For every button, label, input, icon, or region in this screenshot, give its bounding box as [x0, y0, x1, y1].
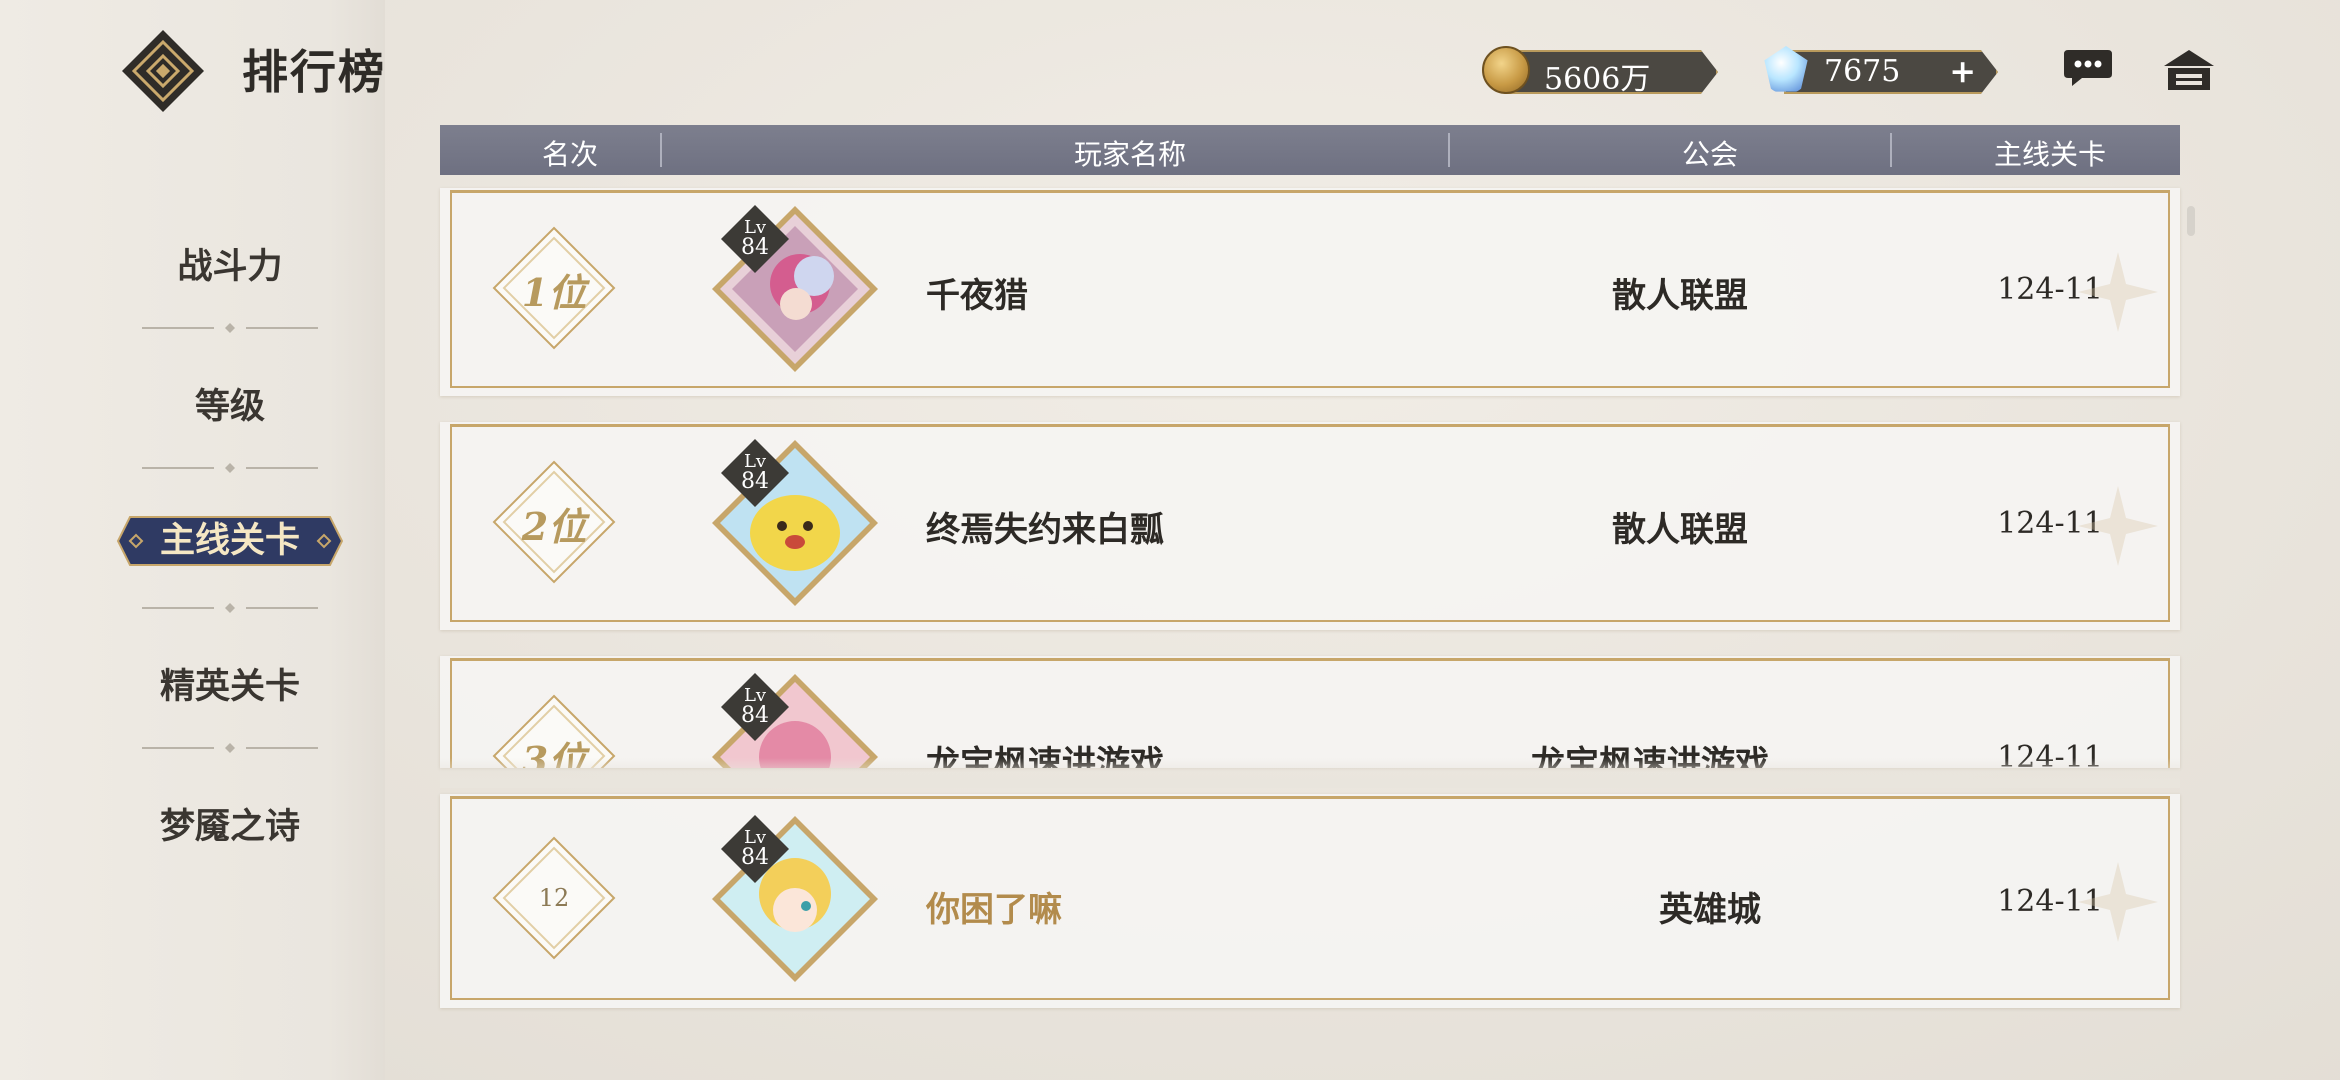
row-frame: [450, 796, 2170, 1000]
player-name[interactable]: 你困了嘛: [926, 882, 1062, 931]
gem-currency[interactable]: 7675 +: [1762, 46, 1998, 94]
ranking-table-header: 名次 玩家名称 公会 主线关卡: [440, 125, 2180, 175]
rank-label: 1位: [521, 270, 587, 315]
sparkle-decoration-icon: [2078, 862, 2158, 942]
scrollbar-thumb[interactable]: [2187, 206, 2195, 236]
scroll-fade: [440, 758, 2180, 788]
column-separator: [660, 133, 662, 167]
status-bar: [0, 0, 2340, 14]
table-row[interactable]: 1位 Lv 84 千夜猎 散人联盟 124-11: [440, 188, 2180, 396]
column-header-rank: 名次: [541, 138, 598, 171]
menu-item-main-stage[interactable]: 主线关卡: [116, 513, 344, 569]
menu-divider: [142, 463, 318, 473]
menu-item-combat-power[interactable]: 战斗力: [110, 238, 350, 289]
guild-name: 英雄城: [1659, 890, 1761, 930]
column-header-guild: 公会: [1681, 138, 1738, 171]
rank-label: 2位: [521, 504, 587, 549]
level-value: 84: [741, 469, 769, 494]
table-row[interactable]: 2位 Lv 84 终焉失约来白瓢 散人联盟 124-11: [440, 422, 2180, 630]
gold-coin-icon: [1482, 46, 1530, 94]
self-ranking-row[interactable]: 12 Lv 84 你困了嘛 英雄城 124-11: [440, 794, 2180, 1008]
home-icon[interactable]: [2162, 48, 2216, 92]
menu-item-elite-stage[interactable]: 精英关卡: [110, 658, 350, 709]
rank-label: 12: [538, 884, 570, 912]
menu-item-nightmare-poem[interactable]: 梦魇之诗: [110, 798, 350, 849]
gem-amount: 7675: [1824, 54, 1901, 89]
gold-amount: 5606万: [1544, 62, 1651, 97]
chat-icon[interactable]: [2062, 48, 2114, 88]
table-row[interactable]: 3位 Lv 84 龙宝枫速讲游戏 龙宝枫速讲游戏 124-11: [440, 656, 2180, 768]
gold-currency: 5606万: [1482, 46, 1718, 97]
player-name[interactable]: 终焉失约来白瓢: [926, 502, 1164, 551]
level-value: 84: [741, 235, 769, 260]
row-frame: [450, 424, 2170, 622]
level-value: 84: [741, 845, 769, 870]
sparkle-decoration-icon: [2078, 486, 2158, 566]
menu-item-level[interactable]: 等级: [110, 378, 350, 429]
page-title: 排行榜: [242, 45, 386, 99]
menu-divider: [142, 603, 318, 613]
column-separator: [1890, 133, 1892, 167]
menu-divider: [142, 743, 318, 753]
ranking-logo-icon: [122, 30, 204, 112]
add-gem-button[interactable]: +: [1949, 52, 1976, 90]
sparkle-decoration-icon: [2078, 252, 2158, 332]
menu-divider: [142, 323, 318, 333]
column-header-main-stage: 主线关卡: [1993, 138, 2106, 171]
column-header-player: 玩家名称: [1073, 138, 1186, 171]
guild-name: 散人联盟: [1612, 276, 1748, 316]
guild-name: 散人联盟: [1612, 510, 1748, 550]
player-name[interactable]: 千夜猎: [926, 268, 1028, 317]
column-separator: [1448, 133, 1450, 167]
level-value: 84: [741, 703, 769, 728]
row-frame: [450, 658, 2170, 768]
row-frame: [450, 190, 2170, 388]
